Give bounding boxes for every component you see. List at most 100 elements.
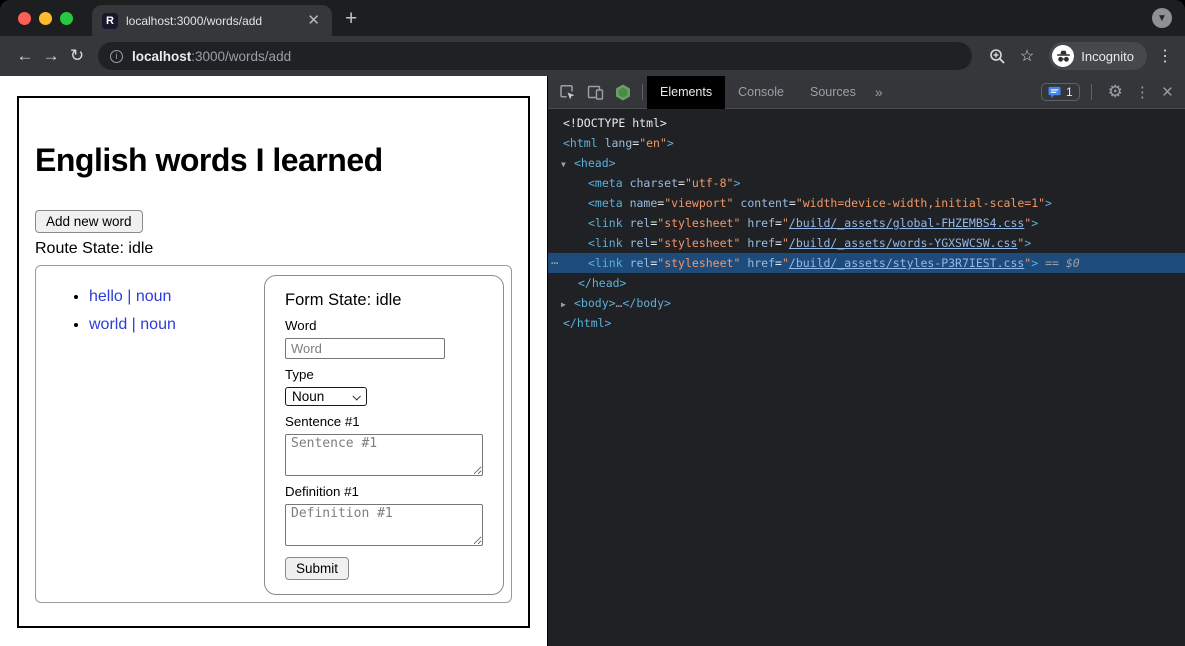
code-line[interactable]: <meta charset="utf-8"> [548, 173, 1185, 193]
new-tab-button[interactable]: + [345, 8, 357, 29]
close-window-button[interactable] [18, 12, 31, 25]
code-token-val: " [782, 216, 789, 230]
devtools-toolbar: Elements Console Sources » 1 ⚙ ⋮ × [548, 76, 1185, 109]
tab-elements[interactable]: Elements [647, 76, 725, 109]
code-token-plain [623, 196, 630, 210]
type-select[interactable]: Noun [285, 387, 367, 406]
remix-favicon-icon: R [102, 13, 118, 29]
code-token-val: "stylesheet" [657, 236, 740, 250]
sentence-textarea[interactable] [285, 434, 483, 476]
code-token-plain [623, 176, 630, 190]
browser-window: R localhost:3000/words/add ✕ + ▼ ← → ↻ i… [0, 0, 1185, 646]
chevron-down-icon [352, 392, 360, 400]
settings-gear-icon[interactable]: ⚙ [1108, 82, 1123, 102]
devtools-close-icon[interactable]: × [1162, 83, 1173, 102]
code-token-plain: = [678, 176, 685, 190]
code-token-attr: rel [630, 256, 651, 270]
code-line[interactable]: <link rel="stylesheet" href="/build/_ass… [548, 213, 1185, 233]
reload-button[interactable]: ↻ [64, 46, 90, 66]
code-token-tag: </body> [622, 296, 670, 310]
definition-textarea[interactable] [285, 504, 483, 546]
tab-search-button[interactable]: ▼ [1152, 8, 1172, 28]
tab-sources[interactable]: Sources [797, 76, 869, 109]
code-line[interactable]: <html lang="en"> [548, 133, 1185, 153]
code-token-plain: = [775, 216, 782, 230]
elements-tree: <!DOCTYPE html><html lang="en">▼<head><m… [548, 109, 1185, 646]
definition-label: Definition #1 [285, 484, 483, 499]
url-path: :3000/words/add [191, 49, 291, 64]
inspect-element-icon[interactable] [559, 84, 576, 101]
message-bubble-icon [1048, 86, 1061, 99]
code-token-tag: <link [588, 216, 623, 230]
code-token-tag: <meta [588, 176, 623, 190]
code-token-plain [623, 236, 630, 250]
code-token-tag: </head> [578, 276, 626, 290]
code-token-link: /build/_assets/styles-P3R7IEST.css [789, 256, 1024, 270]
site-info-icon[interactable]: i [110, 50, 123, 63]
code-token-plain [598, 136, 605, 150]
code-token-plain [623, 256, 630, 270]
address-bar[interactable]: i localhost :3000/words/add [98, 42, 972, 70]
code-token-attr: rel [630, 216, 651, 230]
web-page: English words I learned Add new word Rou… [0, 76, 547, 646]
page-container: English words I learned Add new word Rou… [17, 96, 530, 628]
browser-tab[interactable]: R localhost:3000/words/add ✕ [92, 5, 332, 36]
code-token-attr: charset [630, 176, 678, 190]
overflow-marker[interactable]: ⋯ [551, 253, 558, 273]
bookmark-star-icon[interactable]: ☆ [1020, 46, 1034, 66]
word-input[interactable] [285, 338, 445, 359]
code-token-attr: href [747, 256, 775, 270]
zoom-icon[interactable] [989, 48, 1006, 65]
devtools-menu-icon[interactable]: ⋮ [1135, 83, 1150, 101]
code-token-val: "width=device-width,initial-scale=1" [796, 196, 1045, 210]
sentence-label: Sentence #1 [285, 414, 483, 429]
issues-badge[interactable]: 1 [1041, 83, 1080, 101]
code-token-val: "utf-8" [685, 176, 733, 190]
code-token-attr: lang [605, 136, 633, 150]
code-token-attr: name [630, 196, 658, 210]
page-title: English words I learned [35, 142, 512, 179]
code-token-plain: = [775, 236, 782, 250]
code-token-tag: > [1031, 216, 1038, 230]
code-token-link: /build/_assets/words-YGXSWCSW.css [789, 236, 1017, 250]
tab-close-icon[interactable]: ✕ [305, 13, 322, 28]
code-line[interactable]: <link rel="stylesheet" href="/build/_ass… [548, 233, 1185, 253]
more-tabs-icon[interactable]: » [875, 84, 883, 100]
word-link[interactable]: hello | noun [89, 288, 171, 305]
code-token-tag: > [1045, 196, 1052, 210]
code-line[interactable]: <!DOCTYPE html> [548, 113, 1185, 133]
expand-arrow-open-icon[interactable]: ▼ [561, 155, 574, 175]
code-token-tag: </html> [563, 316, 611, 330]
expand-arrow-closed-icon[interactable]: ▶ [561, 295, 574, 315]
browser-menu-icon[interactable]: ⋮ [1157, 46, 1173, 66]
code-line[interactable]: </head> [548, 273, 1185, 293]
maximize-window-button[interactable] [60, 12, 73, 25]
word-link[interactable]: world | noun [89, 316, 176, 333]
code-token-tag: > [667, 136, 674, 150]
type-select-value: Noun [292, 389, 324, 404]
code-token-plain: <!DOCTYPE html> [563, 116, 667, 130]
minimize-window-button[interactable] [39, 12, 52, 25]
code-line[interactable]: </html> [548, 313, 1185, 333]
submit-button[interactable]: Submit [285, 557, 349, 580]
back-button[interactable]: ← [12, 46, 38, 66]
code-line[interactable]: ⋯<link rel="stylesheet" href="/build/_as… [548, 253, 1185, 273]
incognito-icon [1052, 45, 1074, 67]
code-token-tag: <link [588, 236, 623, 250]
code-token-plain: = [789, 196, 796, 210]
tab-console[interactable]: Console [725, 76, 797, 109]
add-new-word-button[interactable]: Add new word [35, 210, 143, 233]
node-icon[interactable] [615, 84, 631, 101]
forward-button[interactable]: → [38, 46, 64, 66]
code-line[interactable]: ▼<head> [548, 153, 1185, 173]
word-label: Word [285, 318, 483, 333]
code-token-tag: > [733, 176, 740, 190]
incognito-badge[interactable]: Incognito [1049, 42, 1147, 70]
code-line[interactable]: ▶<body>…</body> [548, 293, 1185, 313]
device-toolbar-icon[interactable] [587, 84, 604, 101]
code-token-link: /build/_assets/global-FHZEMBS4.css [789, 216, 1024, 230]
code-line[interactable]: <meta name="viewport" content="width=dev… [548, 193, 1185, 213]
code-token-val: "stylesheet" [657, 256, 740, 270]
code-token-attr: content [740, 196, 788, 210]
code-token-val: "stylesheet" [657, 216, 740, 230]
